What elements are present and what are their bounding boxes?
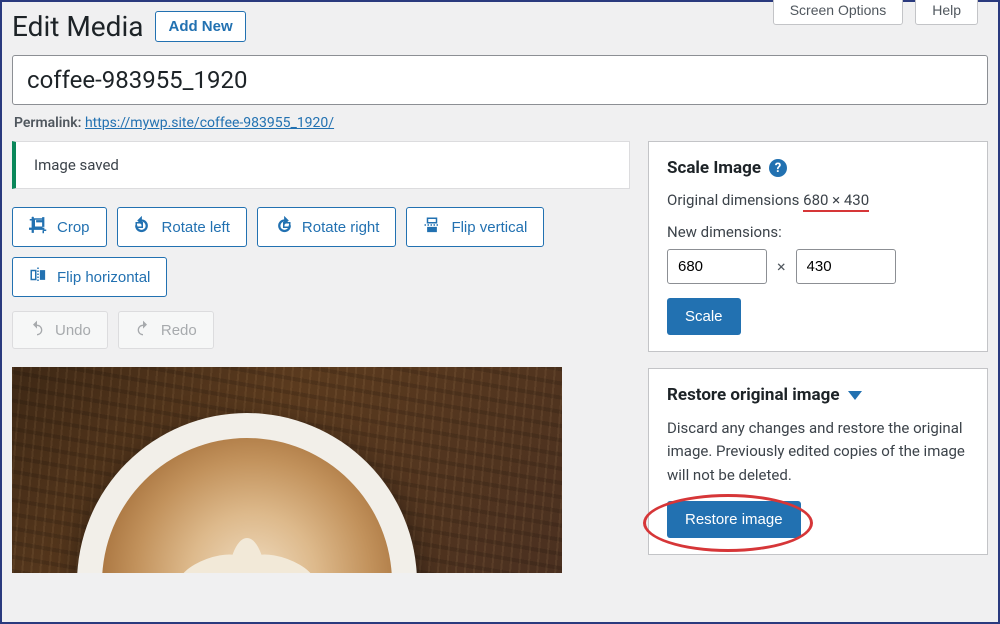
permalink-label: Permalink: bbox=[14, 115, 81, 131]
flip-vertical-icon bbox=[423, 216, 441, 238]
chevron-down-icon[interactable] bbox=[848, 391, 862, 400]
help-button[interactable]: Help bbox=[915, 0, 978, 25]
crop-label: Crop bbox=[57, 219, 90, 236]
flip-horizontal-label: Flip horizontal bbox=[57, 269, 150, 286]
permalink-url[interactable]: https://mywp.site/coffee-983955_1920/ bbox=[85, 115, 334, 131]
rotate-right-icon bbox=[274, 216, 292, 238]
rotate-left-icon bbox=[134, 216, 152, 238]
scale-width-input[interactable] bbox=[667, 249, 767, 284]
media-title-input[interactable] bbox=[12, 55, 988, 105]
scale-height-input[interactable] bbox=[796, 249, 896, 284]
scale-image-box: Scale Image ? Original dimensions 680 × … bbox=[648, 141, 988, 352]
x-separator: × bbox=[777, 257, 786, 276]
permalink: Permalink: https://mywp.site/coffee-9839… bbox=[2, 111, 998, 141]
orig-label: Original dimensions bbox=[667, 191, 799, 209]
new-dimensions-label: New dimensions: bbox=[667, 223, 969, 241]
undo-icon bbox=[29, 320, 45, 340]
flip-horizontal-icon bbox=[29, 266, 47, 288]
notice-saved: Image saved bbox=[12, 141, 630, 189]
original-dimensions: Original dimensions 680 × 430 bbox=[667, 191, 869, 209]
rotate-left-label: Rotate left bbox=[162, 219, 230, 236]
restore-image-box: Restore original image Discard any chang… bbox=[648, 368, 988, 555]
flip-vertical-label: Flip vertical bbox=[451, 219, 527, 236]
rotate-right-button[interactable]: Rotate right bbox=[257, 207, 397, 247]
scale-title: Scale Image bbox=[667, 158, 761, 178]
page-title: Edit Media bbox=[12, 10, 143, 43]
rotate-right-label: Rotate right bbox=[302, 219, 380, 236]
redo-label: Redo bbox=[161, 322, 197, 339]
restore-title[interactable]: Restore original image bbox=[667, 385, 840, 405]
screen-options-button[interactable]: Screen Options bbox=[773, 0, 904, 25]
rotate-left-button[interactable]: Rotate left bbox=[117, 207, 247, 247]
crop-button[interactable]: Crop bbox=[12, 207, 107, 247]
crop-icon bbox=[29, 216, 47, 238]
redo-icon bbox=[135, 320, 151, 340]
flip-vertical-button[interactable]: Flip vertical bbox=[406, 207, 544, 247]
restore-image-button[interactable]: Restore image bbox=[667, 501, 801, 538]
flip-horizontal-button[interactable]: Flip horizontal bbox=[12, 257, 167, 297]
undo-label: Undo bbox=[55, 322, 91, 339]
image-preview[interactable] bbox=[12, 367, 562, 573]
orig-value: 680 × 430 bbox=[803, 191, 869, 212]
help-icon[interactable]: ? bbox=[769, 159, 787, 177]
undo-button: Undo bbox=[12, 311, 108, 349]
redo-button: Redo bbox=[118, 311, 214, 349]
restore-description: Discard any changes and restore the orig… bbox=[667, 417, 969, 487]
scale-button[interactable]: Scale bbox=[667, 298, 741, 335]
add-new-button[interactable]: Add New bbox=[155, 11, 245, 42]
